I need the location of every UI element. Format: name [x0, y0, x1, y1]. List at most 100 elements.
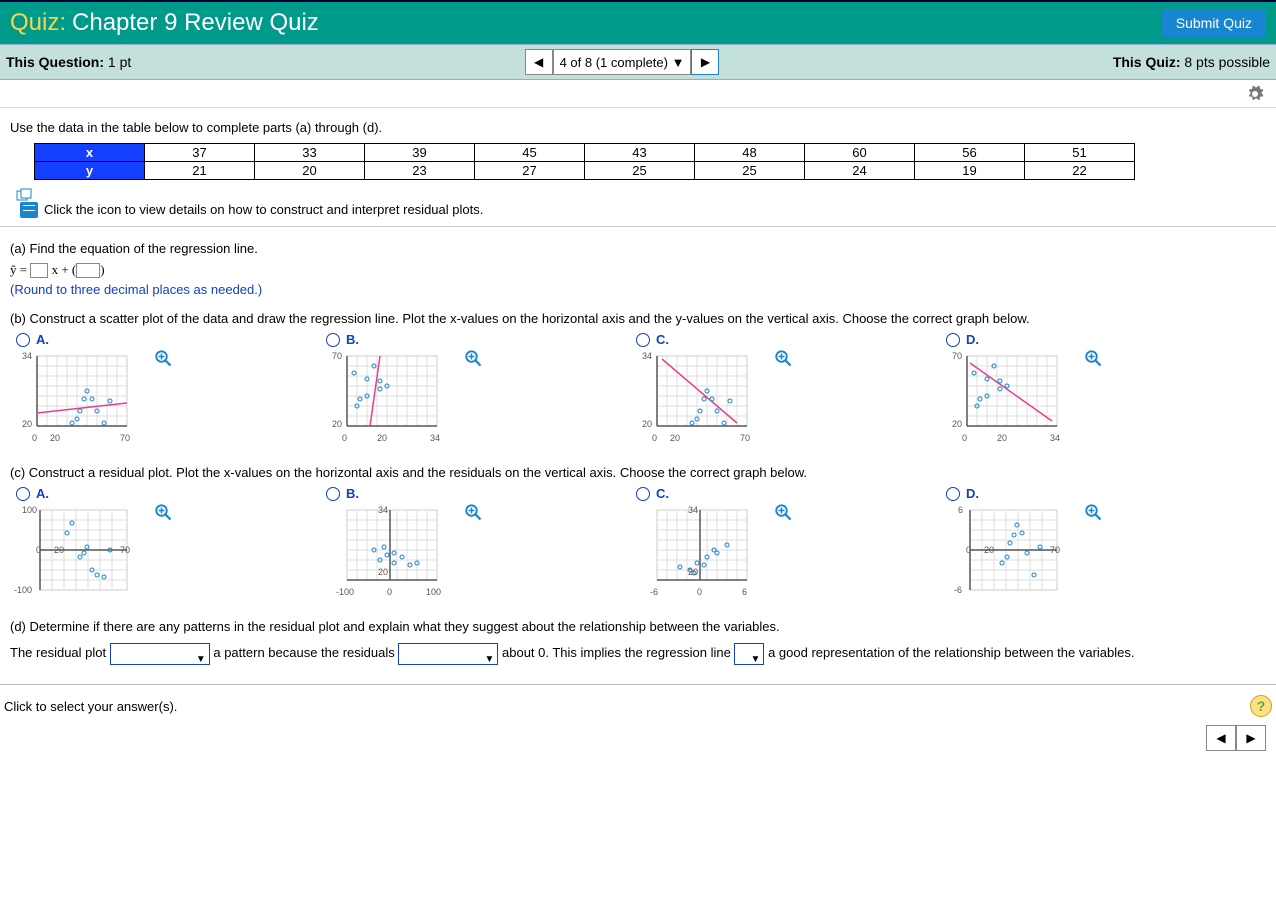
- cell: 48: [695, 144, 805, 162]
- radio-b-b[interactable]: [326, 333, 340, 347]
- eqn-suffix: ): [100, 262, 104, 277]
- cell: 25: [585, 162, 695, 180]
- cell: 51: [1025, 144, 1135, 162]
- tick: 100: [22, 505, 37, 515]
- tick: 70: [120, 433, 130, 443]
- data-table: x 37 33 39 45 43 48 60 56 51 y 21 20 23 …: [34, 143, 1135, 180]
- opt-label: C.: [656, 332, 669, 347]
- chart-c-a: 100 -100 0 20 70: [22, 505, 152, 605]
- cell: 27: [475, 162, 585, 180]
- footer-next-button[interactable]: ▶: [1236, 725, 1266, 751]
- cell: 21: [145, 162, 255, 180]
- row-label-x: x: [35, 144, 145, 162]
- tick: 34: [430, 433, 440, 443]
- zoom-icon[interactable]: [774, 349, 792, 367]
- chart-c-c: 34 20 -6 0 6: [642, 505, 772, 605]
- footer-prev-button[interactable]: ◀: [1206, 725, 1236, 751]
- tick: 20: [377, 433, 387, 443]
- zoom-icon[interactable]: [1084, 349, 1102, 367]
- cell: 60: [805, 144, 915, 162]
- tick: 100: [426, 587, 441, 597]
- cell: 33: [255, 144, 365, 162]
- book-icon[interactable]: [20, 202, 38, 218]
- tick: -6: [650, 587, 658, 597]
- tick: 6: [742, 587, 747, 597]
- prompt-text: Use the data in the table below to compl…: [10, 120, 1266, 135]
- zoom-icon[interactable]: [1084, 503, 1102, 521]
- pd-text: a pattern because the residuals: [213, 645, 398, 660]
- eqn-mid: x + (: [52, 262, 77, 277]
- intercept-input[interactable]: [76, 263, 100, 278]
- tick: 20: [332, 419, 342, 429]
- radio-b-a[interactable]: [16, 333, 30, 347]
- chart-b-a: 34 20 0 20 70: [22, 351, 152, 451]
- tick: 70: [1050, 545, 1060, 555]
- cell: 20: [255, 162, 365, 180]
- zoom-icon[interactable]: [464, 349, 482, 367]
- tick: 20: [50, 433, 60, 443]
- pd-text: about 0. This implies the regression lin…: [502, 645, 734, 660]
- tick: 0: [652, 433, 657, 443]
- toolbar: [0, 80, 1276, 108]
- zoom-icon[interactable]: [774, 503, 792, 521]
- this-question-pts: 1 pt: [108, 54, 131, 70]
- opt-label: D.: [966, 486, 979, 501]
- select-residuals[interactable]: [398, 643, 498, 665]
- select-implies[interactable]: [734, 643, 764, 665]
- cell: 39: [365, 144, 475, 162]
- popout-icon[interactable]: [16, 188, 32, 202]
- gear-icon[interactable]: [1246, 85, 1264, 103]
- this-quiz-pts: 8 pts possible: [1184, 54, 1270, 70]
- radio-c-d[interactable]: [946, 487, 960, 501]
- eqn-prefix: ŷ =: [10, 262, 27, 277]
- next-question-button[interactable]: ▶: [691, 49, 719, 75]
- part-a-label: (a) Find the equation of the regression …: [10, 241, 1266, 256]
- part-c-label: (c) Construct a residual plot. Plot the …: [10, 465, 1266, 480]
- zoom-icon[interactable]: [464, 503, 482, 521]
- tick: 70: [332, 351, 342, 361]
- chart-b-b: 70 20 0 20 34: [332, 351, 462, 451]
- tick: 0: [32, 433, 37, 443]
- prev-question-button[interactable]: ◀: [525, 49, 553, 75]
- tick: 20: [984, 545, 994, 555]
- cell: 37: [145, 144, 255, 162]
- tick: 20: [997, 433, 1007, 443]
- chart-c-d: 6 -6 0 20 70: [952, 505, 1082, 605]
- tick: 0: [962, 433, 967, 443]
- status-bar: This Question: 1 pt ◀ 4 of 8 (1 complete…: [0, 44, 1276, 80]
- cell: 56: [915, 144, 1025, 162]
- opt-label: D.: [966, 332, 979, 347]
- cell: 43: [585, 144, 695, 162]
- opt-label: C.: [656, 486, 669, 501]
- zoom-icon[interactable]: [154, 349, 172, 367]
- question-content: Use the data in the table below to compl…: [0, 108, 1276, 684]
- tick: -100: [14, 585, 32, 595]
- slope-input[interactable]: [30, 263, 48, 278]
- nav-text: 4 of 8 (1 complete): [560, 55, 668, 70]
- tick: 20: [54, 545, 64, 555]
- cell: 24: [805, 162, 915, 180]
- cell: 23: [365, 162, 475, 180]
- select-pattern[interactable]: [110, 643, 210, 665]
- tick: 20: [952, 419, 962, 429]
- tick: 20: [378, 567, 388, 577]
- cell: 25: [695, 162, 805, 180]
- tick: 34: [22, 351, 32, 361]
- radio-b-d[interactable]: [946, 333, 960, 347]
- tick: 34: [642, 351, 652, 361]
- tick: 20: [642, 419, 652, 429]
- tick: 0: [966, 545, 971, 555]
- help-icon[interactable]: ?: [1250, 695, 1272, 717]
- question-nav-dropdown[interactable]: 4 of 8 (1 complete) ▼: [553, 49, 692, 75]
- tick: 20: [22, 419, 32, 429]
- radio-c-c[interactable]: [636, 487, 650, 501]
- tick: 20: [688, 567, 698, 577]
- radio-c-a[interactable]: [16, 487, 30, 501]
- tick: 70: [120, 545, 130, 555]
- quiz-title: Chapter 9 Review Quiz: [72, 9, 319, 37]
- radio-c-b[interactable]: [326, 487, 340, 501]
- submit-quiz-button[interactable]: Submit Quiz: [1162, 9, 1266, 37]
- this-question-label: This Question:: [6, 54, 108, 70]
- radio-b-c[interactable]: [636, 333, 650, 347]
- zoom-icon[interactable]: [154, 503, 172, 521]
